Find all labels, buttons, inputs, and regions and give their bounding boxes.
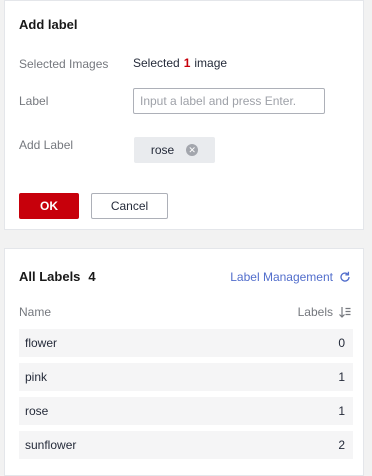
table-row: flower 0: [19, 329, 353, 357]
refresh-icon[interactable]: [339, 271, 351, 283]
column-header-name: Name: [19, 305, 52, 319]
row-name: sunflower: [25, 438, 77, 452]
row-name: rose: [25, 404, 49, 418]
selected-prefix: Selected: [133, 56, 180, 70]
row-count: 1: [338, 370, 345, 384]
all-labels-heading: All Labels 4: [19, 269, 96, 284]
ok-button[interactable]: OK: [19, 193, 79, 219]
add-label-field-label: Add Label: [19, 138, 74, 152]
table-row: pink 1: [19, 363, 353, 391]
label-management-text[interactable]: Label Management: [230, 270, 333, 284]
all-labels-panel: All Labels 4 Label Management Name Labels…: [4, 248, 364, 476]
labels-table: flower 0 pink 1 rose 1 sunflower 2: [19, 329, 353, 465]
label-field-label: Label: [19, 94, 49, 108]
selected-count: 1: [183, 56, 191, 70]
row-name: flower: [25, 336, 58, 350]
column-header-labels[interactable]: Labels: [298, 305, 351, 319]
all-labels-count: 4: [88, 269, 96, 284]
label-input[interactable]: [133, 88, 325, 114]
label-tag-text: rose: [150, 143, 175, 157]
add-label-title: Add label: [19, 17, 78, 32]
row-count: 2: [338, 438, 345, 452]
table-row: sunflower 2: [19, 431, 353, 459]
row-count: 1: [338, 404, 345, 418]
selected-images-value: Selected 1 image: [133, 56, 227, 70]
table-row: rose 1: [19, 397, 353, 425]
row-count: 0: [338, 336, 345, 350]
all-labels-title: All Labels: [19, 269, 81, 284]
selected-suffix: image: [194, 56, 228, 70]
selected-images-label: Selected Images: [19, 57, 109, 71]
sort-icon[interactable]: [339, 306, 351, 318]
row-name: pink: [25, 370, 48, 384]
add-label-panel: Add label Selected Images Selected 1 image…: [4, 0, 364, 230]
label-tag: rose ✕: [134, 137, 215, 163]
label-management-link[interactable]: Label Management: [230, 270, 351, 284]
column-header-labels-text[interactable]: Labels: [298, 305, 333, 319]
close-circle-icon[interactable]: ✕: [186, 144, 199, 156]
cancel-button[interactable]: Cancel: [91, 193, 168, 219]
